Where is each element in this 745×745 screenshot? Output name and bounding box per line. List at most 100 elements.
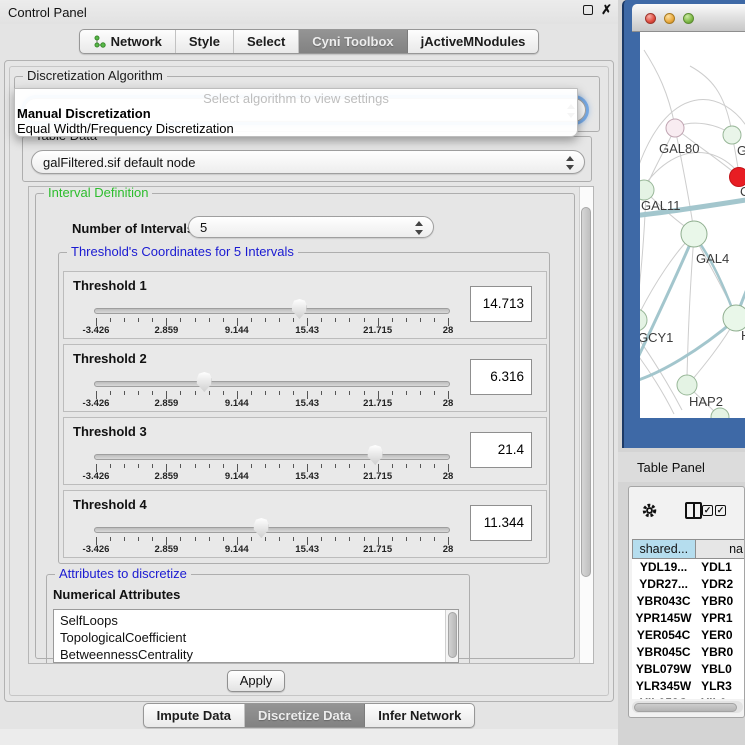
slider-track[interactable]: [94, 381, 450, 387]
table-body: YDL19...YDL1YDR27...YDR2YBR043CYBR0YPR14…: [632, 559, 745, 699]
attribute-list-item[interactable]: TopologicalCoefficient: [60, 629, 458, 646]
table-row[interactable]: YBL079WYBL0: [632, 661, 745, 678]
scale-tick-label: 15.43: [295, 544, 319, 555]
table-cell[interactable]: YBL0: [695, 661, 745, 678]
table-cell[interactable]: YBR0: [695, 593, 745, 610]
tab-network[interactable]: Network: [80, 30, 176, 53]
tab-jactivemnodules[interactable]: jActiveMNodules: [408, 30, 539, 53]
table-data-select[interactable]: galFiltered.sif default node: [31, 150, 585, 174]
zoom-traffic-light[interactable]: [683, 13, 694, 24]
tab-discretize-data[interactable]: Discretize Data: [245, 704, 365, 727]
attributes-scrollbar[interactable]: [445, 610, 458, 662]
table-cell[interactable]: YIL052C: [632, 695, 695, 699]
table-cell[interactable]: YBR045C: [632, 644, 695, 661]
threshold-value-field[interactable]: 11.344: [470, 505, 532, 541]
table-row[interactable]: YPR145WYPR1: [632, 610, 745, 627]
slider-track[interactable]: [94, 454, 450, 460]
network-window-titlebar[interactable]: [632, 4, 745, 32]
column-header-shared-name[interactable]: shared...: [632, 539, 696, 559]
close-traffic-light[interactable]: [645, 13, 656, 24]
table-cell[interactable]: YLR3: [695, 678, 745, 695]
slider-thumb[interactable]: [197, 372, 212, 392]
table-cell[interactable]: YER054C: [632, 627, 695, 644]
checkbox-icon[interactable]: ✓: [715, 505, 726, 516]
minor-tick: [209, 537, 210, 541]
gear-icon[interactable]: [641, 502, 658, 519]
status-strip: [0, 729, 618, 745]
float-window-icon[interactable]: [583, 5, 593, 15]
table-row[interactable]: YLR345WYLR3: [632, 678, 745, 695]
node-top-right[interactable]: [723, 126, 741, 144]
slider-track[interactable]: [94, 308, 450, 314]
node-hap2[interactable]: [677, 375, 697, 395]
slider-thumb[interactable]: [368, 445, 383, 465]
table-cell[interactable]: YPR145W: [632, 610, 695, 627]
columns-icon[interactable]: [685, 502, 702, 519]
table-cell[interactable]: YDR2: [695, 576, 745, 593]
attribute-list-item[interactable]: BetweennessCentrality: [60, 646, 458, 663]
table-cell[interactable]: YLR345W: [632, 678, 695, 695]
scale-tick-label: 15.43: [295, 398, 319, 409]
column-header-name[interactable]: na: [696, 539, 745, 559]
table-cell[interactable]: YBL079W: [632, 661, 695, 678]
table-cell[interactable]: YBR0: [695, 644, 745, 661]
node-gal80[interactable]: [666, 119, 684, 137]
close-icon[interactable]: ✗: [601, 5, 612, 15]
table-horizontal-scrollbar[interactable]: [632, 701, 743, 713]
threshold-row: Threshold 2 -3.4262.8599.14415.4321.7152…: [63, 344, 547, 412]
node-gal4[interactable]: [681, 221, 707, 247]
node-bottom[interactable]: [711, 408, 729, 418]
table-row[interactable]: YDL19...YDL1: [632, 559, 745, 576]
scrollbar-thumb[interactable]: [581, 207, 591, 577]
table-cell[interactable]: YIL0: [695, 695, 745, 699]
panel-title: Control Panel: [8, 5, 87, 20]
dropdown-option-equal-width[interactable]: Equal Width/Frequency Discretization: [15, 121, 577, 136]
minor-tick: [434, 391, 435, 395]
apply-button[interactable]: Apply: [227, 670, 285, 692]
node-gal11[interactable]: [640, 180, 654, 200]
scrollbar-thumb[interactable]: [634, 703, 737, 712]
slider-thumb[interactable]: [292, 299, 307, 319]
minimize-traffic-light[interactable]: [664, 13, 675, 24]
number-of-intervals-value: 5: [200, 220, 207, 235]
slider-thumb[interactable]: [254, 518, 269, 538]
threshold-value-field[interactable]: 14.713: [470, 286, 532, 322]
scale-tick-label: 2.859: [155, 325, 179, 336]
table-row[interactable]: YIL052CYIL0: [632, 695, 745, 699]
checkbox-icon[interactable]: ✓: [702, 505, 713, 516]
slider-track[interactable]: [94, 527, 450, 533]
table-cell[interactable]: YBR043C: [632, 593, 695, 610]
table-row[interactable]: YBR045CYBR0: [632, 644, 745, 661]
application-window: Control Panel ✗ Network Styl: [0, 0, 745, 745]
table-cell[interactable]: YDR27...: [632, 576, 695, 593]
tab-impute-data[interactable]: Impute Data: [144, 704, 245, 727]
minor-tick: [392, 318, 393, 322]
table-cell[interactable]: YER0: [695, 627, 745, 644]
tab-select[interactable]: Select: [234, 30, 299, 53]
slider-scale-labels: -3.4262.8599.14415.4321.71528: [96, 544, 448, 555]
minor-tick: [349, 464, 350, 468]
thresholds-group: Threshold's Coordinates for 5 Intervals …: [58, 252, 550, 564]
table-cell[interactable]: YDL19...: [632, 559, 695, 576]
table-cell[interactable]: YPR1: [695, 610, 745, 627]
network-view-window[interactable]: GAL80 GA C GAL11 GAL4 GCY1 H HAP2: [622, 0, 745, 448]
table-data-value: galFiltered.sif default node: [43, 155, 195, 170]
node-gcy1[interactable]: [640, 309, 647, 331]
tab-style[interactable]: Style: [176, 30, 234, 53]
attribute-list-item[interactable]: SelfLoops: [60, 612, 458, 629]
tab-cyni-toolbox[interactable]: Cyni Toolbox: [299, 30, 407, 53]
minor-tick: [209, 318, 210, 322]
table-row[interactable]: YBR043CYBR0: [632, 593, 745, 610]
table-cell[interactable]: YDL1: [695, 559, 745, 576]
table-data-group: Table Data galFiltered.sif default node: [22, 136, 592, 182]
threshold-value-field[interactable]: 21.4: [470, 432, 532, 468]
network-canvas[interactable]: GAL80 GA C GAL11 GAL4 GCY1 H HAP2: [640, 32, 745, 418]
scale-tick-label: -3.426: [83, 398, 110, 409]
number-of-intervals-select[interactable]: 5: [188, 216, 434, 238]
table-row[interactable]: YER054CYER0: [632, 627, 745, 644]
dropdown-option-manual[interactable]: Manual Discretization: [15, 106, 577, 121]
table-row[interactable]: YDR27...YDR2: [632, 576, 745, 593]
tab-infer-network[interactable]: Infer Network: [365, 704, 474, 727]
threshold-value-field[interactable]: 6.316: [470, 359, 532, 395]
settings-vertical-scrollbar[interactable]: [579, 187, 593, 663]
